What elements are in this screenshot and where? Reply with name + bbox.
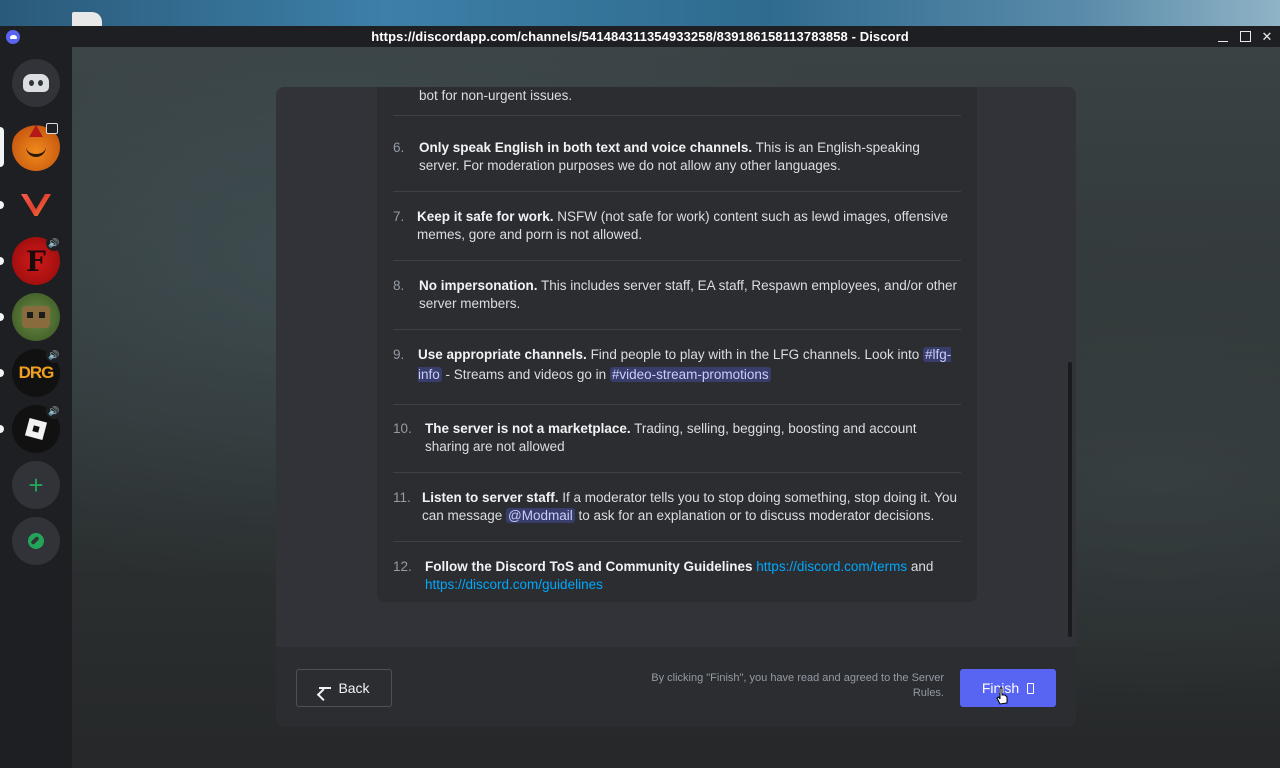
agree-notice: By clicking "Finish", you have read and … [651,672,944,699]
rule-title: Follow the Discord ToS and Community Gui… [425,559,753,574]
channel-mention-video-stream-promotions[interactable]: #video-stream-promotions [609,367,771,382]
rule-text: Find people to play with in the LFG chan… [586,347,924,362]
home-button[interactable] [12,59,60,107]
calendar-icon [46,123,58,134]
terms-link[interactable]: https://discord.com/terms [756,559,907,574]
pumpkin-face [26,144,46,157]
desktop-file-icon [72,12,102,26]
window-title: https://discordapp.com/channels/54148431… [371,29,909,44]
rule-number: 11. [393,490,411,505]
window-controls: ✕ [1216,26,1274,47]
rule-number: 12. [393,559,412,574]
add-server-button[interactable]: + [12,461,60,509]
speaker-icon: 🔊 [46,403,62,419]
rule-7: 7. Keep it safe for work. NSFW (not safe… [393,208,961,261]
roblox-icon [24,417,48,441]
rule-text: and [907,559,934,574]
arrow-left-icon [318,681,332,695]
rule-6: 6. Only speak English in both text and v… [393,139,961,192]
server-f[interactable]: F 🔊 [0,235,62,285]
server-pumpkin[interactable] [0,123,60,171]
explore-servers-button[interactable] [12,517,60,565]
rules-card: bot for non-urgent issues. 6. Only speak… [377,87,977,602]
rule-number: 9. [393,347,405,362]
unread-indicator [0,257,4,265]
rule-title: Only speak English in both text and voic… [419,140,753,155]
rule-number: 6. [393,140,405,155]
server-rail: F 🔊 DRG 🔊 🔊 + [0,47,72,768]
plus-icon: + [28,469,44,500]
rule-11: 11. Listen to server staff. If a moderat… [393,489,961,542]
external-icon [1027,682,1035,694]
back-label: Back [338,680,370,696]
speaker-icon: 🔊 [46,347,62,363]
unread-indicator [0,425,4,433]
valorant-icon [21,194,51,216]
server-valorant[interactable] [0,181,60,229]
rule-number: 10. [393,421,412,436]
rule-partial: bot for non-urgent issues. [393,87,961,116]
unread-indicator [0,369,4,377]
rule-title: No impersonation. [419,278,538,293]
selected-indicator [0,127,4,167]
discord-logo-icon [23,74,49,92]
server-rules-modal: bot for non-urgent issues. 6. Only speak… [276,87,1076,727]
rule-title: The server is not a marketplace. [425,421,631,436]
pumpkin-icon [29,125,43,137]
rule-10: 10. The server is not a marketplace. Tra… [393,420,961,473]
rule-12: 12. Follow the Discord ToS and Community… [393,558,961,598]
guidelines-link[interactable]: https://discord.com/guidelines [425,577,603,592]
server-creeper[interactable] [0,293,60,341]
f-logo-icon: F [26,244,46,278]
unread-indicator [0,201,4,209]
server-roblox[interactable]: 🔊 [0,403,62,453]
back-button[interactable]: Back [296,669,392,707]
close-button[interactable]: ✕ [1260,29,1274,44]
rule-8: 8. No impersonation. This includes serve… [393,277,961,330]
drg-logo-icon: DRG [18,363,55,382]
maximize-button[interactable] [1238,30,1252,44]
rule-number: 8. [393,278,405,293]
rule-number: 7. [393,209,405,224]
rule-text: bot for non-urgent issues. [419,88,573,103]
modal-footer: Back By clicking "Finish", you have read… [276,647,1076,727]
rule-text: - Streams and videos go in [441,367,610,382]
rule-title: Keep it safe for work. [417,209,554,224]
scrollbar-thumb[interactable] [1068,362,1072,637]
minimize-button[interactable] [1216,30,1230,44]
rule-9: 9. Use appropriate channels. Find people… [393,345,961,405]
compass-icon [28,533,44,549]
rules-scroll-area[interactable]: bot for non-urgent issues. 6. Only speak… [276,87,1076,647]
user-mention-modmail[interactable]: @Modmail [506,508,575,523]
rule-title: Use appropriate channels. [418,347,587,362]
finish-button[interactable]: Finish [960,669,1056,707]
finish-label: Finish [981,680,1020,696]
discord-app-icon [6,30,20,44]
unread-indicator [0,313,4,321]
server-drg[interactable]: DRG 🔊 [0,347,62,397]
creeper-icon [22,306,50,328]
desktop-background [0,0,1280,26]
speaker-icon: 🔊 [46,235,62,251]
window-titlebar: https://discordapp.com/channels/54148431… [0,26,1280,47]
rule-title: Listen to server staff. [422,490,559,505]
rule-text: to ask for an explanation or to discuss … [574,508,935,523]
